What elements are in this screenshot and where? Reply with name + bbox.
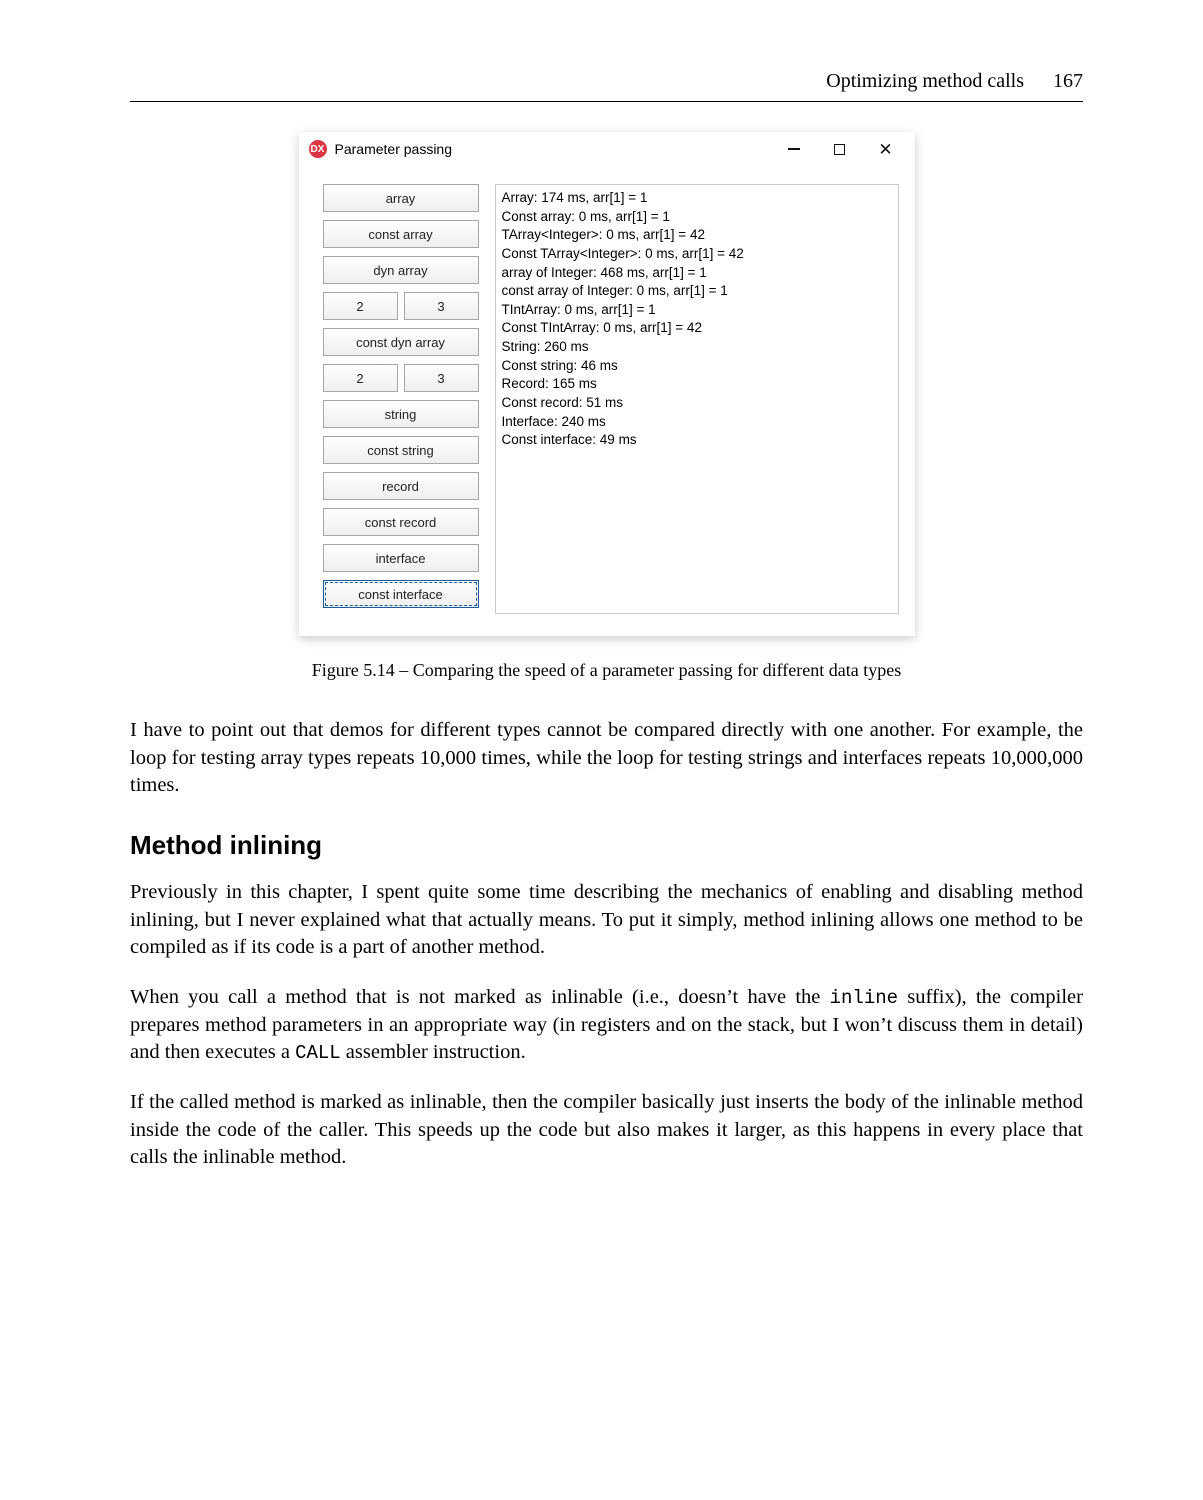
- paragraph-intro: I have to point out that demos for diffe…: [130, 717, 1083, 800]
- close-button[interactable]: ✕: [863, 134, 909, 164]
- const-interface-button[interactable]: const interface: [323, 580, 479, 608]
- p3-part-a: When you call a method that is not marke…: [130, 986, 830, 1008]
- titlebar: DX Parameter passing ✕: [299, 132, 915, 166]
- paragraph-body-1: Previously in this chapter, I spent quit…: [130, 879, 1083, 962]
- array-button[interactable]: array: [323, 184, 479, 212]
- string-button[interactable]: string: [323, 400, 479, 428]
- app-icon: DX: [309, 140, 327, 158]
- page-number: 167: [1053, 70, 1083, 93]
- paragraph-body-3: If the called method is marked as inlina…: [130, 1089, 1083, 1172]
- dyn-array-button[interactable]: dyn array: [323, 256, 479, 284]
- call-keyword: CALL: [295, 1042, 341, 1064]
- button-column: array const array dyn array 2 3 const dy…: [323, 184, 479, 614]
- const-dyn-array-3-button[interactable]: 3: [404, 364, 479, 392]
- const-string-button[interactable]: const string: [323, 436, 479, 464]
- running-header: Optimizing method calls 167: [130, 70, 1083, 93]
- minimize-button[interactable]: [771, 134, 817, 164]
- maximize-button[interactable]: [817, 134, 863, 164]
- header-rule: [130, 101, 1083, 102]
- p3-part-c: assembler instruction.: [341, 1041, 526, 1063]
- record-button[interactable]: record: [323, 472, 479, 500]
- window-title: Parameter passing: [335, 141, 453, 157]
- output-panel: Array: 174 ms, arr[1] = 1 Const array: 0…: [495, 184, 899, 614]
- dyn-array-3-button[interactable]: 3: [404, 292, 479, 320]
- figure-caption: Figure 5.14 – Comparing the speed of a p…: [130, 660, 1083, 681]
- const-array-button[interactable]: const array: [323, 220, 479, 248]
- running-header-title: Optimizing method calls: [826, 70, 1024, 92]
- minimize-icon: [788, 148, 800, 150]
- window-body: array const array dyn array 2 3 const dy…: [299, 166, 915, 636]
- dyn-array-2-button[interactable]: 2: [323, 292, 398, 320]
- const-dyn-array-button[interactable]: const dyn array: [323, 328, 479, 356]
- paragraph-body-2: When you call a method that is not marke…: [130, 984, 1083, 1067]
- const-dyn-array-2-button[interactable]: 2: [323, 364, 398, 392]
- inline-keyword: inline: [830, 987, 898, 1009]
- maximize-icon: [834, 144, 845, 155]
- section-heading: Method inlining: [130, 830, 1083, 861]
- interface-button[interactable]: interface: [323, 544, 479, 572]
- close-icon: ✕: [878, 141, 892, 158]
- const-record-button[interactable]: const record: [323, 508, 479, 536]
- app-window: DX Parameter passing ✕ array const array…: [299, 132, 915, 636]
